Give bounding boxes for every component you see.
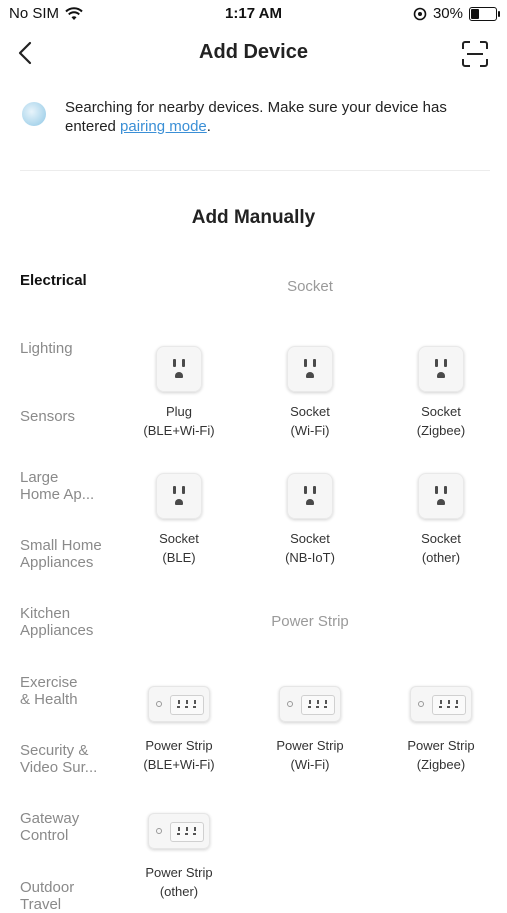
divider [20, 170, 490, 171]
device-socket-ble[interactable]: Socket (BLE) [119, 473, 239, 567]
device-name: Power Strip [145, 738, 213, 753]
nav-bar: Add Device [0, 30, 507, 74]
device-name: Power Strip [276, 738, 344, 753]
device-protocol: (other) [159, 884, 199, 899]
searching-indicator-icon [22, 102, 46, 126]
device-socket-nb-iot[interactable]: Socket (NB-IoT) [250, 473, 370, 567]
device-protocol: (Wi-Fi) [290, 423, 330, 438]
device-protocol: (Zigbee) [416, 423, 466, 438]
battery-icon [469, 6, 500, 21]
status-bar: No SIM 1:17 AM 30% [0, 0, 507, 28]
search-message-end: . [206, 118, 211, 135]
device-power-strip-zigbee[interactable]: Power Strip (Zigbee) [381, 686, 501, 774]
device-socket-wifi[interactable]: Socket (Wi-Fi) [250, 346, 370, 440]
power-strip-icon [148, 813, 210, 849]
scan-button[interactable] [461, 40, 489, 68]
pairing-mode-link[interactable]: pairing mode [120, 118, 207, 135]
sidebar-item-security-video[interactable]: Security & Video Sur... [20, 742, 130, 776]
sidebar-item-small-home-appliances[interactable]: Small Home Appliances [20, 537, 130, 571]
status-right: 30% [413, 5, 500, 22]
socket-icon [418, 346, 464, 392]
device-name: Socket [290, 531, 330, 546]
group-title-power-strip: Power Strip [271, 613, 349, 630]
device-socket-zigbee[interactable]: Socket (Zigbee) [381, 346, 501, 440]
sidebar-item-kitchen-appliances[interactable]: Kitchen Appliances [20, 605, 130, 639]
sidebar-item-outdoor-travel[interactable]: Outdoor Travel [20, 879, 130, 913]
device-protocol: (Zigbee) [416, 757, 466, 772]
search-message: Searching for nearby devices. Make sure … [65, 98, 490, 136]
device-name: Power Strip [407, 738, 475, 753]
device-power-strip-wifi[interactable]: Power Strip (Wi-Fi) [250, 686, 370, 774]
device-name: Power Strip [145, 865, 213, 880]
device-protocol: (NB-IoT) [285, 550, 335, 565]
power-strip-icon [410, 686, 472, 722]
device-socket-other[interactable]: Socket (other) [381, 473, 501, 567]
search-banner: Searching for nearby devices. Make sure … [20, 96, 490, 146]
device-protocol: (BLE+Wi-Fi) [143, 423, 215, 438]
socket-icon [418, 473, 464, 519]
device-name: Socket [159, 531, 199, 546]
device-power-strip-other[interactable]: Power Strip (other) [119, 813, 239, 901]
orientation-lock-icon [413, 7, 427, 20]
socket-icon [287, 473, 333, 519]
device-protocol: (BLE) [162, 550, 196, 565]
device-plug-ble-wifi[interactable]: Plug (BLE+Wi-Fi) [119, 346, 239, 440]
socket-icon [156, 473, 202, 519]
sidebar-item-large-home-appliances[interactable]: Large Home Ap... [20, 469, 130, 503]
sidebar-item-gateway-control[interactable]: Gateway Control [20, 810, 130, 844]
sidebar-item-exercise-health[interactable]: Exercise & Health [20, 674, 130, 708]
device-name: Plug [165, 404, 193, 419]
device-protocol: (other) [421, 550, 461, 565]
device-protocol: (Wi-Fi) [290, 757, 330, 772]
page-title: Add Device [199, 41, 308, 63]
device-power-strip-ble-wifi[interactable]: Power Strip (BLE+Wi-Fi) [119, 686, 239, 774]
power-strip-icon [279, 686, 341, 722]
device-name: Socket [421, 404, 461, 419]
scan-icon [462, 41, 488, 67]
device-name: Socket [421, 531, 461, 546]
sidebar-item-sensors[interactable]: Sensors [20, 408, 130, 425]
socket-icon [156, 346, 202, 392]
socket-icon [287, 346, 333, 392]
sidebar-item-electrical[interactable]: Electrical [20, 272, 130, 289]
group-title-socket: Socket [287, 278, 333, 295]
device-name: Socket [290, 404, 330, 419]
power-strip-icon [148, 686, 210, 722]
section-title: Add Manually [191, 207, 316, 228]
battery-percent: 30% [432, 5, 463, 22]
device-protocol: (BLE+Wi-Fi) [143, 757, 215, 772]
sidebar-item-lighting[interactable]: Lighting [20, 340, 130, 357]
